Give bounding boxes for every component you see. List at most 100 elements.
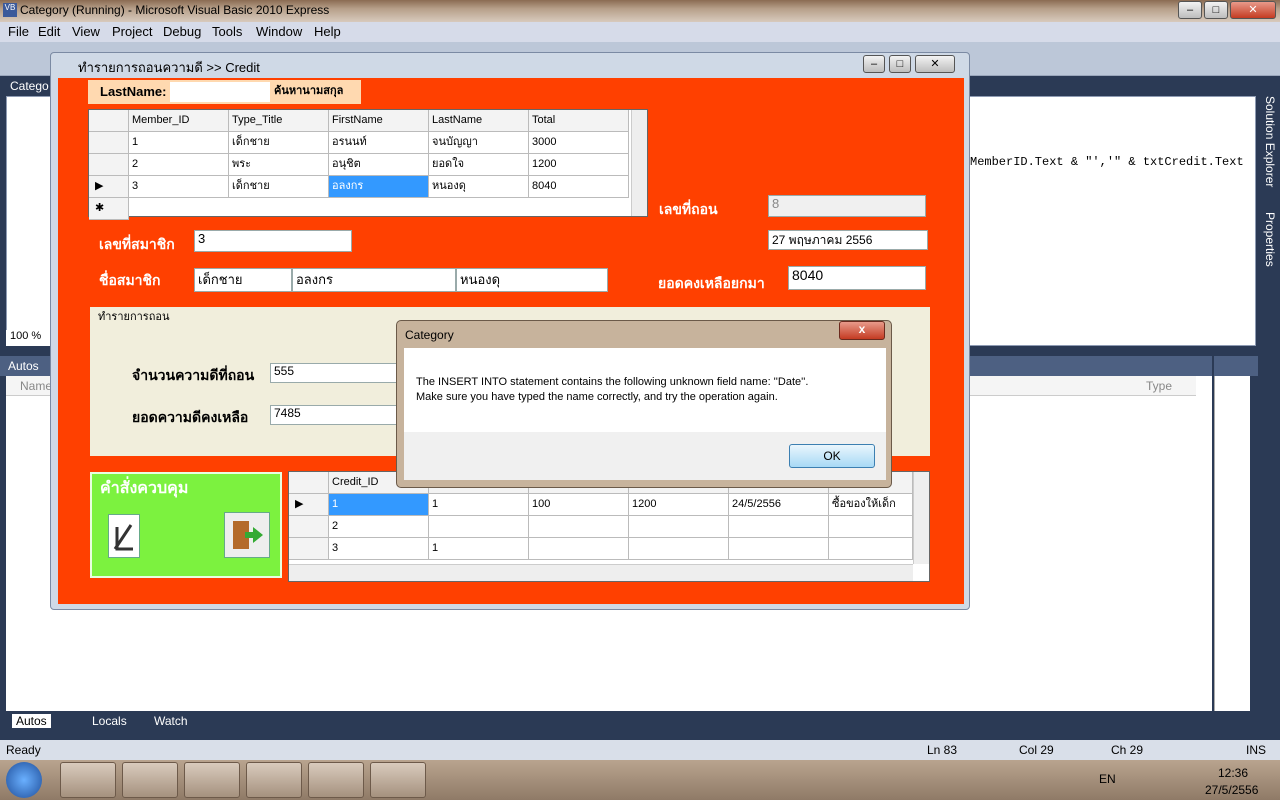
tab-autos[interactable]: Autos [12,714,51,728]
lastname-search-bar: LastName: ค้นหานามสกุล [88,80,361,104]
grid-h-scrollbar[interactable] [289,564,913,581]
grid-v-scrollbar[interactable] [913,472,929,564]
save-icon[interactable] [108,514,140,558]
grid-cell[interactable]: ซื้อของให้เด็ก [829,494,913,516]
grid-cell[interactable]: อนุชิต [329,154,429,176]
properties-tab[interactable]: Properties [1263,212,1277,267]
member-no-field[interactable]: 3 [194,230,352,252]
member-name-label: ชื่อสมาชิก [99,273,161,289]
col-lastname[interactable]: LastName [429,110,529,132]
document-tab[interactable]: Catego [10,79,49,93]
name-last-field[interactable]: หนองดุ [456,268,608,292]
status-ready: Ready [6,743,41,757]
form-minimize-button[interactable]: – [863,55,885,73]
menu-file[interactable]: File [8,24,29,39]
grid-cell[interactable]: 100 [529,494,629,516]
dialog-close-button[interactable]: x [839,321,885,340]
grid-cell[interactable]: 2 [129,154,229,176]
watch-panel [1214,376,1250,711]
grid-cell[interactable]: 3 [329,538,429,560]
grid-cell[interactable]: 1 [429,538,529,560]
new-row-icon[interactable]: ✱ [89,198,129,220]
grid-cell[interactable]: ยอดใจ [429,154,529,176]
access-icon[interactable] [308,762,364,798]
vb-taskbar-icon[interactable] [246,762,302,798]
members-grid[interactable]: Member_ID Type_Title FirstName LastName … [88,109,648,220]
autos-title: Autos [8,359,39,373]
withdraw-group-label: ทำรายการถอน [98,310,170,323]
date-picker[interactable]: 27 พฤษภาคม 2556 [768,230,928,250]
remain-field[interactable]: 7485 [270,405,400,425]
grid-cell[interactable]: เด็กชาย [229,132,329,154]
grid-cell[interactable]: พระ [229,154,329,176]
row-selector[interactable] [89,154,129,176]
col-type-title[interactable]: Type_Title [229,110,329,132]
grid-cell[interactable]: 1 [129,132,229,154]
status-bar: Ready Ln 83 Col 29 Ch 29 INS [0,740,1280,760]
current-row-arrow-icon[interactable]: ▶ [289,494,329,516]
current-row-arrow-icon[interactable]: ▶ [89,176,129,198]
exit-icon[interactable] [224,512,270,558]
clock-date[interactable]: 27/5/2556 [1205,783,1258,797]
menu-debug[interactable]: Debug [163,24,201,39]
menu-view[interactable]: View [72,24,100,39]
grid-cell[interactable]: 3 [129,176,229,198]
clock-time[interactable]: 12:36 [1218,766,1248,780]
col-member-id[interactable]: Member_ID [129,110,229,132]
autos-col-type[interactable]: Type [1146,379,1172,393]
status-line: Ln 83 [927,743,958,757]
form-maximize-button[interactable]: □ [889,55,911,73]
start-button[interactable] [6,762,42,798]
calculator-icon[interactable] [184,762,240,798]
grid-cell[interactable]: 1 [429,494,529,516]
balance-field[interactable]: 8040 [788,266,926,290]
row-selector[interactable] [289,538,329,560]
explorer-icon[interactable] [122,762,178,798]
status-col: Col 29 [1019,743,1054,757]
row-selector[interactable] [89,132,129,154]
grid-cell[interactable]: 3000 [529,132,629,154]
grid-cell[interactable]: เด็กชาย [229,176,329,198]
maximize-button[interactable]: □ [1204,1,1228,19]
menu-edit[interactable]: Edit [38,24,60,39]
grid-cell[interactable]: 24/5/2556 [729,494,829,516]
col-total[interactable]: Total [529,110,629,132]
grid-cell[interactable]: อรนนท์ [329,132,429,154]
withdraw-no-field[interactable]: 8 [768,195,926,217]
grid-cell-selected[interactable]: 1 [329,494,429,516]
watch-panel-header [1214,356,1258,376]
ok-button[interactable]: OK [789,444,875,468]
media-player-icon[interactable] [60,762,116,798]
amount-field[interactable]: 555 [270,363,400,383]
minimize-button[interactable]: – [1178,1,1202,19]
col-firstname[interactable]: FirstName [329,110,429,132]
menu-bar: File Edit View Project Debug Tools Windo… [0,22,1280,42]
grid-cell[interactable]: 8040 [529,176,629,198]
menu-help[interactable]: Help [314,24,341,39]
grid-scrollbar[interactable] [631,110,647,216]
grid-cell[interactable]: 1200 [629,494,729,516]
name-first-field[interactable]: อลงกร [292,268,456,292]
form-close-button[interactable]: ✕ [915,55,955,73]
name-title-field[interactable]: เด็กชาย [194,268,292,292]
tab-watch[interactable]: Watch [154,714,188,728]
close-button[interactable]: ✕ [1230,1,1276,19]
tab-locals[interactable]: Locals [92,714,127,728]
solution-explorer-tab[interactable]: Solution Explorer [1263,96,1277,187]
grid-cell[interactable]: 2 [329,516,429,538]
search-lastname-button[interactable]: ค้นหานามสกุล [274,82,358,102]
menu-tools[interactable]: Tools [212,24,242,39]
language-indicator[interactable]: EN [1099,772,1116,786]
grid-cell[interactable]: หนองดุ [429,176,529,198]
taskbar: EN 12:36 27/5/2556 [0,760,1280,800]
grid-cell[interactable]: 1200 [529,154,629,176]
autos-col-name[interactable]: Name [20,379,52,393]
app-window-icon[interactable] [370,762,426,798]
grid-cell-selected[interactable]: อลงกร [329,176,429,198]
debug-tabs: Autos Locals Watch [0,711,1258,733]
row-selector[interactable] [289,516,329,538]
grid-cell[interactable]: จนบัญญา [429,132,529,154]
menu-project[interactable]: Project [112,24,152,39]
lastname-input[interactable] [170,82,270,102]
menu-window[interactable]: Window [256,24,302,39]
